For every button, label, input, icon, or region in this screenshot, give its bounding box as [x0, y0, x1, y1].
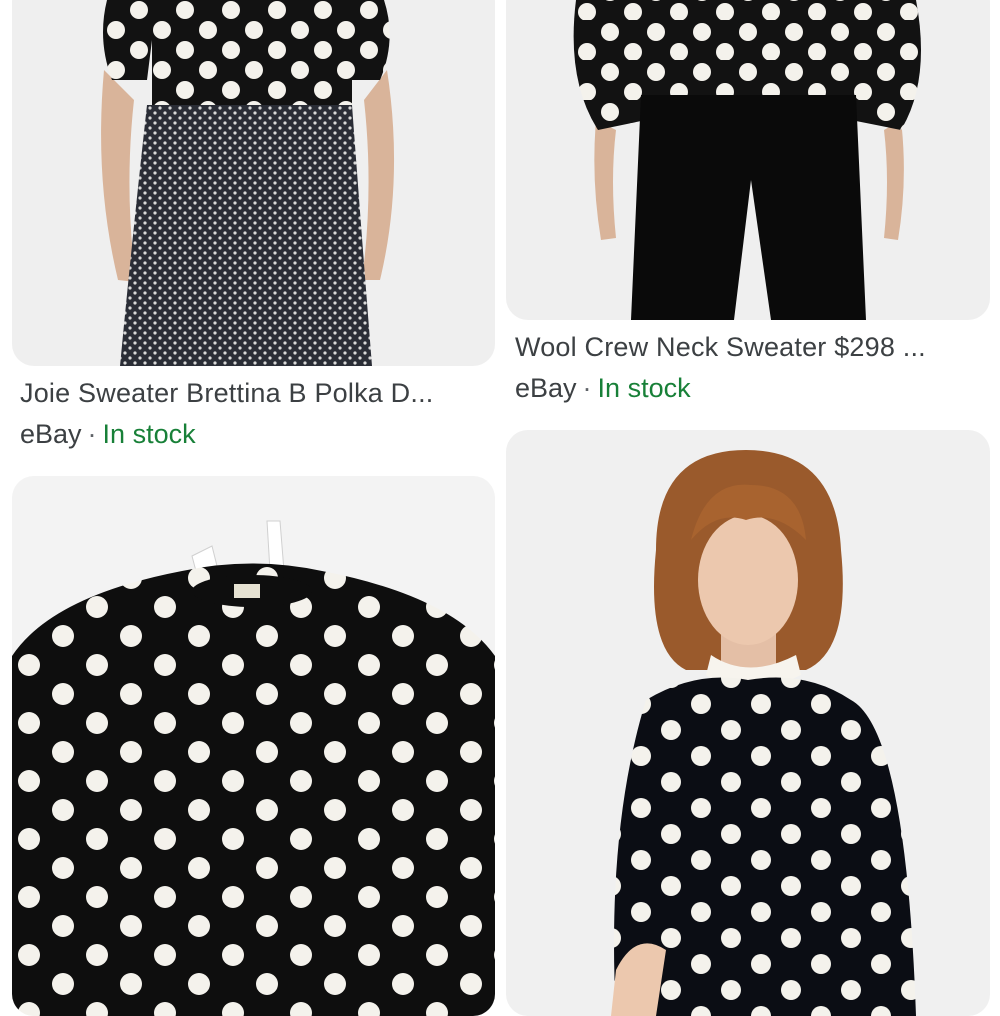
result-meta-2: eBay · In stock	[515, 373, 691, 404]
separator-dot: ·	[87, 419, 97, 449]
result-source-2[interactable]: eBay	[515, 373, 577, 403]
product-photo-model-skirt	[12, 0, 495, 366]
separator-dot: ·	[582, 373, 592, 403]
product-photo-sweater-flat	[12, 476, 495, 1016]
result-image-3[interactable]	[12, 476, 495, 1016]
result-availability-2: In stock	[597, 373, 691, 403]
result-meta-1: eBay · In stock	[20, 419, 196, 450]
result-image-2[interactable]	[506, 0, 990, 320]
result-image-1[interactable]	[12, 0, 495, 366]
result-image-4[interactable]	[506, 430, 990, 1016]
result-title-1[interactable]: Joie Sweater Brettina B Polka D...	[20, 378, 490, 409]
result-title-2[interactable]: Wool Crew Neck Sweater $298 ...	[515, 332, 985, 363]
result-availability-1: In stock	[102, 419, 196, 449]
result-source-1[interactable]: eBay	[20, 419, 82, 449]
product-photo-model-portrait	[506, 430, 990, 1016]
product-photo-model-pants	[506, 0, 990, 320]
